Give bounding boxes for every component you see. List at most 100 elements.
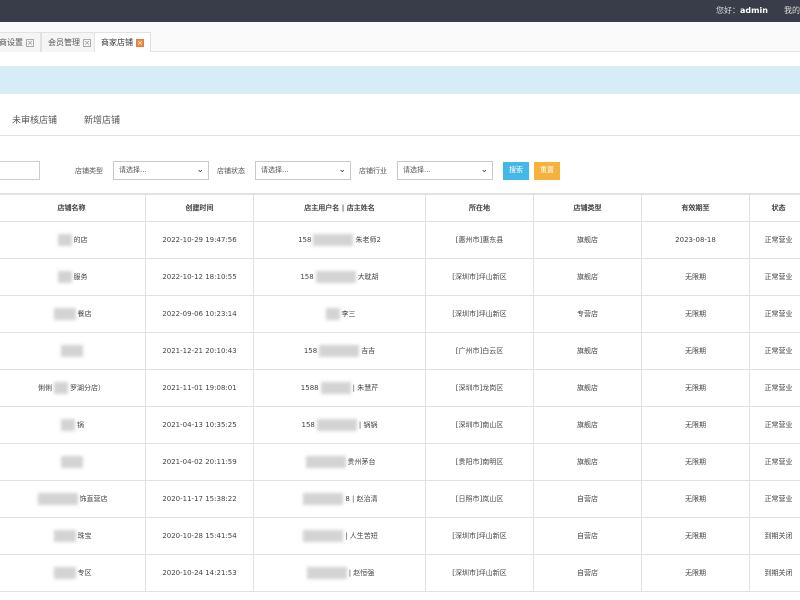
location-cell: [深圳市]坪山新区 bbox=[425, 554, 534, 592]
table-row[interactable]: 珠宝 2020-10-28 15:41:54 | 人生苦短 [深圳市]坪山新区 … bbox=[0, 517, 800, 555]
col-valid-until[interactable]: 有效期至 bbox=[641, 194, 750, 222]
col-created-time[interactable]: 创建时间 bbox=[145, 194, 254, 222]
col-status[interactable]: 状态 bbox=[749, 194, 800, 222]
owner-cell: 158 吉吉 bbox=[253, 332, 426, 370]
redacted-blur bbox=[303, 530, 344, 542]
table-row[interactable]: 的店 2022-10-29 19:47:56 158 朱老师2 [惠州市]惠东县 … bbox=[0, 221, 800, 259]
created-cell: 2021-12-21 20:10:43 bbox=[145, 332, 254, 370]
created-cell: 2021-11-01 19:08:01 bbox=[145, 369, 254, 407]
close-icon[interactable]: × bbox=[26, 38, 34, 47]
reset-button[interactable]: 重置 bbox=[534, 162, 560, 180]
notice-bar bbox=[0, 66, 800, 94]
user-greeting[interactable]: 您好：admin bbox=[716, 5, 768, 16]
table-row[interactable]: 专区 2020-10-24 14:21:53 | 赵恒强 [深圳市]坪山新区 自… bbox=[0, 554, 800, 592]
table-row[interactable]: 锅 2021-04-13 10:35:25 158 | 锅锅 [深圳市]南山区 旗… bbox=[0, 406, 800, 444]
col-owner[interactable]: 店主用户名 | 店主姓名 bbox=[253, 194, 426, 222]
shop-name-cell: 的店 bbox=[0, 221, 146, 259]
shop-type-cell: 旗舰店 bbox=[533, 369, 642, 407]
created-cell: 2020-11-17 15:38:22 bbox=[145, 480, 254, 518]
owner-cell: 158 | 锅锅 bbox=[253, 406, 426, 444]
tab-bar: 商设置 × 会员管理 × 商家店铺 × bbox=[0, 22, 800, 52]
created-cell: 2020-10-28 15:41:54 bbox=[145, 517, 254, 555]
owner-cell: 1588 | 朱慧芹 bbox=[253, 369, 426, 407]
redacted-blur bbox=[53, 530, 76, 542]
redacted-blur bbox=[54, 382, 68, 394]
valid-until-cell: 无限期 bbox=[641, 554, 750, 592]
chevron-down-icon: ⌄ bbox=[338, 165, 346, 175]
table-row[interactable]: 餐店 2022-09-06 10:23:14 李三 [深圳市]坪山新区 专营店 … bbox=[0, 295, 800, 333]
subtab-unreviewed-shops[interactable]: 未审核店铺 bbox=[12, 113, 57, 126]
shop-type-cell: 旗舰店 bbox=[533, 406, 642, 444]
table-row[interactable]: 2021-12-21 20:10:43 158 吉吉 [广州市]白云区 旗舰店 无… bbox=[0, 332, 800, 370]
valid-until-cell: 无限期 bbox=[641, 443, 750, 481]
shop-name-cell: 珠宝 bbox=[0, 517, 146, 555]
valid-until-cell: 无限期 bbox=[641, 480, 750, 518]
status-cell: 正常营业 bbox=[749, 295, 800, 333]
location-cell: [深圳市]南山区 bbox=[425, 406, 534, 444]
redacted-blur bbox=[60, 345, 83, 357]
select-value: 请选择... bbox=[261, 166, 289, 174]
location-cell: [深圳市]坪山新区 bbox=[425, 258, 534, 296]
shop-type-select[interactable]: 请选择... ⌄ bbox=[113, 161, 209, 180]
tab-label: 商设置 bbox=[0, 38, 23, 47]
tab-merchant-shops[interactable]: 商家店铺 × bbox=[94, 32, 151, 52]
close-icon[interactable]: × bbox=[136, 38, 144, 47]
redacted-blur bbox=[320, 382, 351, 394]
col-shop-name[interactable]: 店铺名称 bbox=[0, 194, 146, 222]
subtab-new-shop[interactable]: 新增店铺 bbox=[84, 113, 120, 126]
chevron-down-icon: ⌄ bbox=[196, 165, 204, 175]
status-cell: 到期关闭 bbox=[749, 554, 800, 592]
shop-name-cell: 专区 bbox=[0, 554, 146, 592]
search-button[interactable]: 搜索 bbox=[503, 162, 529, 180]
my-menu[interactable]: 我的 bbox=[784, 5, 800, 16]
shop-status-label: 店铺状态 bbox=[217, 167, 245, 175]
table-row[interactable]: 服务 2022-10-12 18:10:55 158 大耽胡 [深圳市]坪山新区 … bbox=[0, 258, 800, 296]
location-cell: [深圳市]坪山新区 bbox=[425, 517, 534, 555]
tab-merchant-settings[interactable]: 商设置 × bbox=[0, 32, 41, 52]
shop-industry-select[interactable]: 请选择... ⌄ bbox=[397, 161, 493, 180]
shop-name-cell: 饰直营店 bbox=[0, 480, 146, 518]
status-cell: 正常营业 bbox=[749, 369, 800, 407]
shop-name-cell: 餐店 bbox=[0, 295, 146, 333]
location-cell: [日照市]岚山区 bbox=[425, 480, 534, 518]
status-cell: 正常营业 bbox=[749, 332, 800, 370]
shop-name-cell bbox=[0, 332, 146, 370]
tab-label: 会员管理 bbox=[48, 38, 80, 47]
table-row[interactable]: 饰直营店 2020-11-17 15:38:22 8 | 赵治清 [日照市]岚山… bbox=[0, 480, 800, 518]
table-row[interactable]: 俐俐 罗湖分店） 2021-11-01 19:08:01 1588 | 朱慧芹 [深… bbox=[0, 369, 800, 407]
status-cell: 正常营业 bbox=[749, 258, 800, 296]
shop-name-cell: 服务 bbox=[0, 258, 146, 296]
status-cell: 到期关闭 bbox=[749, 517, 800, 555]
chevron-down-icon: ⌄ bbox=[480, 165, 488, 175]
owner-cell: 李三 bbox=[253, 295, 426, 333]
shop-subtabs: 未审核店铺 新增店铺 bbox=[0, 94, 800, 136]
shop-name-cell bbox=[0, 443, 146, 481]
redacted-blur bbox=[325, 308, 340, 320]
shop-type-cell: 旗舰店 bbox=[533, 221, 642, 259]
greeting-label: 您好： bbox=[716, 6, 740, 15]
col-shop-type[interactable]: 店铺类型 bbox=[533, 194, 642, 222]
created-cell: 2022-10-29 19:47:56 bbox=[145, 221, 254, 259]
location-cell: [深圳市]坪山新区 bbox=[425, 295, 534, 333]
shop-type-cell: 旗舰店 bbox=[533, 443, 642, 481]
redacted-blur bbox=[316, 419, 357, 431]
shop-type-cell: 旗舰店 bbox=[533, 332, 642, 370]
table-row[interactable]: 2021-04-02 20:11:59 贵州茅台 [贵阳市]南明区 旗舰店 无限… bbox=[0, 443, 800, 481]
created-cell: 2022-10-12 18:10:55 bbox=[145, 258, 254, 296]
col-location[interactable]: 所在地 bbox=[425, 194, 534, 222]
shop-type-cell: 专营店 bbox=[533, 295, 642, 333]
valid-until-cell: 无限期 bbox=[641, 258, 750, 296]
keyword-input[interactable] bbox=[0, 161, 40, 180]
status-cell: 正常营业 bbox=[749, 443, 800, 481]
shop-table: 店铺名称 创建时间 店主用户名 | 店主姓名 所在地 店铺类型 有效期至 状态 … bbox=[0, 194, 800, 592]
redacted-blur bbox=[53, 308, 76, 320]
shop-name-cell: 俐俐 罗湖分店） bbox=[0, 369, 146, 407]
close-icon[interactable]: × bbox=[83, 38, 91, 47]
tab-member-management[interactable]: 会员管理 × bbox=[41, 32, 98, 52]
valid-until-cell: 无限期 bbox=[641, 517, 750, 555]
select-value: 请选择... bbox=[403, 166, 431, 174]
shop-status-select[interactable]: 请选择... ⌄ bbox=[255, 161, 351, 180]
owner-cell: 158 大耽胡 bbox=[253, 258, 426, 296]
shop-type-cell: 自营店 bbox=[533, 554, 642, 592]
owner-cell: 158 朱老师2 bbox=[253, 221, 426, 259]
